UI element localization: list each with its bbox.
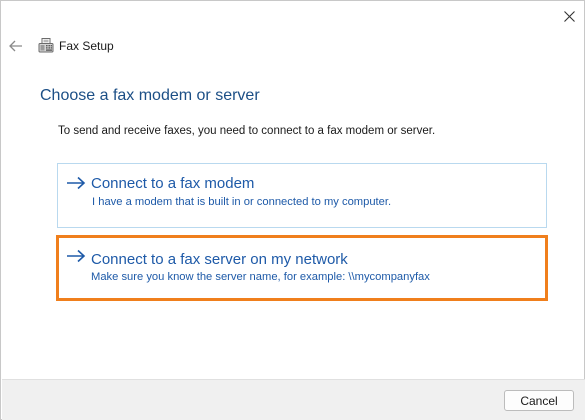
option-title: Connect to a fax server on my network: [91, 251, 348, 268]
back-arrow-icon: [9, 40, 22, 52]
close-button[interactable]: [553, 1, 585, 31]
arrow-right-icon: [67, 249, 86, 263]
close-icon: [563, 10, 575, 22]
footer-bar: Cancel: [2, 379, 585, 420]
arrow-right-icon: [67, 176, 86, 190]
page-heading: Choose a fax modem or server: [40, 87, 260, 104]
option-description: I have a modem that is built in or conne…: [92, 196, 392, 208]
cancel-button[interactable]: Cancel: [504, 390, 574, 411]
window-title: Fax Setup: [59, 39, 114, 53]
back-button[interactable]: [7, 37, 25, 55]
fax-machine-icon: [38, 38, 54, 53]
option-description: Make sure you know the server name, for …: [91, 271, 430, 283]
fax-setup-window: Fax Setup Choose a fax modem or server T…: [0, 0, 585, 420]
intro-text: To send and receive faxes, you need to c…: [58, 125, 436, 137]
option-title: Connect to a fax modem: [91, 175, 255, 192]
connect-fax-server-option[interactable]: Connect to a fax server on my network Ma…: [56, 235, 548, 301]
connect-fax-modem-option[interactable]: Connect to a fax modem I have a modem th…: [57, 163, 547, 228]
